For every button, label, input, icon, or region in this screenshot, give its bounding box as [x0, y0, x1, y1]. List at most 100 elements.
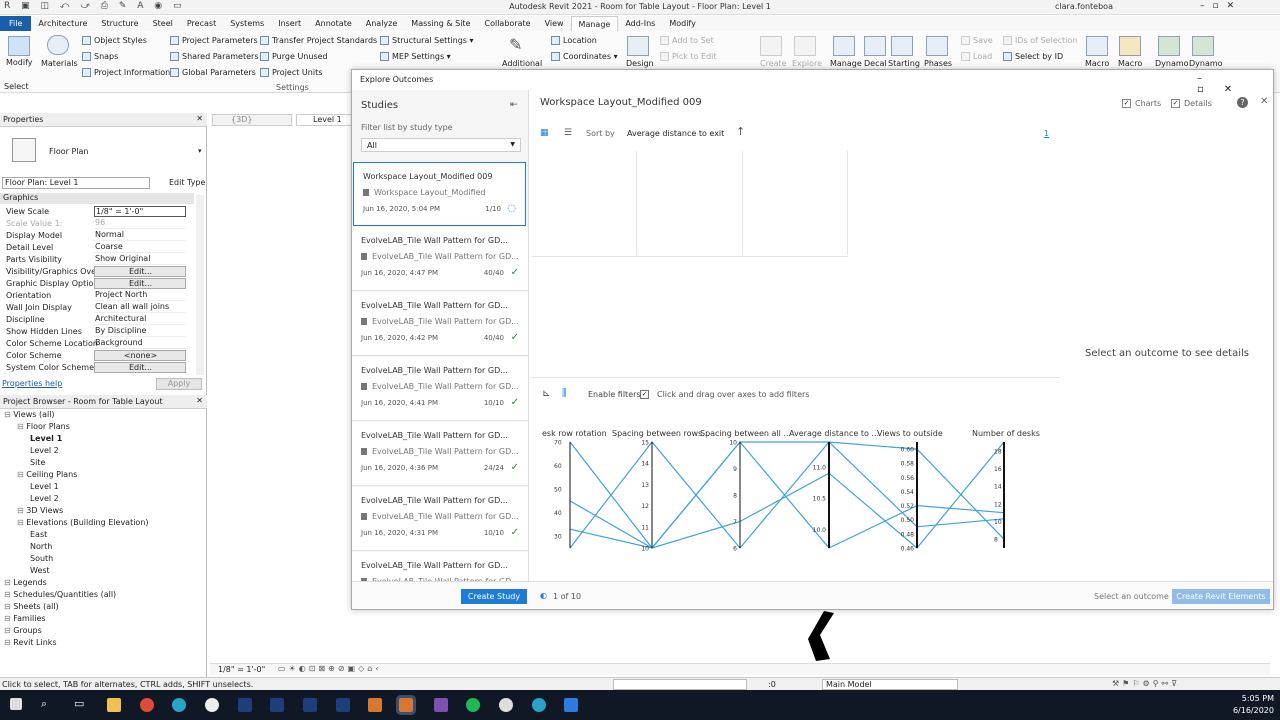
- expand-icon[interactable]: ⊟: [17, 506, 26, 515]
- instance-selector[interactable]: Floor Plan: Level 1: [2, 177, 150, 189]
- close-icon[interactable]: ✕: [196, 396, 203, 405]
- property-value[interactable]: Normal: [94, 230, 186, 241]
- tab-3d-view[interactable]: {3D}: [212, 114, 292, 126]
- property-value[interactable]: Architectural: [94, 314, 186, 325]
- search-icon[interactable]: ⌕: [41, 697, 47, 711]
- menu-manage[interactable]: Manage: [570, 16, 619, 31]
- type-selector[interactable]: Floor Plan: [49, 147, 88, 156]
- window-controls[interactable]: –▫✕: [1200, 1, 1242, 11]
- chevron-down-icon[interactable]: ▾: [198, 147, 202, 155]
- browser-item[interactable]: West: [30, 566, 50, 575]
- browser-item[interactable]: Site: [30, 458, 45, 467]
- materials-icon[interactable]: [47, 35, 69, 55]
- menu-collaborate[interactable]: Collaborate: [478, 16, 538, 31]
- property-value[interactable]: Background: [94, 338, 186, 349]
- outcome-thumbnail[interactable]: [743, 151, 848, 255]
- expand-icon[interactable]: ⊟: [4, 410, 13, 419]
- expand-icon[interactable]: ⊟: [17, 422, 26, 431]
- project-units-button[interactable]: Project Units: [260, 68, 322, 77]
- close-icon[interactable]: ✕: [1260, 96, 1268, 107]
- location-button[interactable]: Location: [551, 36, 597, 45]
- windows-start-icon[interactable]: [10, 698, 22, 710]
- browser-item[interactable]: North: [30, 542, 52, 551]
- chrome-icon[interactable]: [140, 698, 154, 712]
- property-value[interactable]: Coarse: [94, 242, 186, 253]
- menu-steel[interactable]: Steel: [146, 16, 180, 31]
- series-line[interactable]: [569, 441, 1005, 549]
- list-view-icon[interactable]: ☰: [564, 128, 572, 138]
- menu-view[interactable]: View: [538, 16, 571, 31]
- mep-settings-button[interactable]: MEP Settings ▾: [380, 52, 451, 61]
- expand-icon[interactable]: ⊟: [17, 470, 26, 479]
- project-information-button[interactable]: Project Information: [82, 68, 170, 77]
- onenote-icon[interactable]: [434, 698, 448, 712]
- select-by-id-button[interactable]: Select by ID: [1003, 52, 1063, 61]
- collapse-panel-icon[interactable]: ⇤: [510, 100, 518, 110]
- browser-item[interactable]: ⊟ Views (all): [4, 410, 55, 419]
- close-icon[interactable]: ✕: [196, 114, 203, 123]
- modify-icon[interactable]: [8, 36, 30, 56]
- study-card[interactable]: Workspace Layout_Modified 009 Workspace L…: [353, 162, 526, 226]
- project-parameters-button[interactable]: Project Parameters: [170, 36, 258, 45]
- parallel-chart-icon[interactable]: ⫼: [562, 388, 567, 399]
- expand-icon[interactable]: ⊟: [4, 626, 13, 635]
- coordinates-button[interactable]: Coordinates ▾: [551, 52, 618, 61]
- browser-item[interactable]: ⊟ Revit Links: [4, 638, 57, 647]
- help-icon[interactable]: ?: [1237, 97, 1248, 108]
- browser-item[interactable]: ⊟ Elevations (Building Elevation): [17, 518, 149, 527]
- create-study-button[interactable]: Create Study: [461, 589, 527, 604]
- expand-icon[interactable]: ⊟: [4, 638, 13, 647]
- edge-icon[interactable]: [172, 698, 186, 712]
- modify-button[interactable]: Modify: [6, 58, 33, 67]
- browser-item[interactable]: ⊟ Floor Plans: [17, 422, 70, 431]
- menu-architecture[interactable]: Architecture: [31, 16, 94, 31]
- app-icon[interactable]: [499, 698, 513, 712]
- global-parameters-button[interactable]: Global Parameters: [170, 68, 256, 77]
- workset-select[interactable]: [613, 679, 747, 690]
- property-value[interactable]: 96: [94, 218, 186, 229]
- browser-item[interactable]: ⊟ Sheets (all): [4, 602, 59, 611]
- macro-manager-button[interactable]: Macro: [1085, 59, 1109, 68]
- object-styles-button[interactable]: Object Styles: [82, 36, 147, 45]
- apply-button[interactable]: Apply: [156, 378, 202, 390]
- ids-of-selection-button[interactable]: IDs of Selection: [1003, 36, 1077, 45]
- study-card[interactable]: EvolveLAB_Tile Wall Pattern for GD... Evo…: [352, 357, 528, 421]
- explore-button[interactable]: Explore: [792, 59, 822, 68]
- transfer-standards-button[interactable]: Transfer Project Standards: [260, 36, 377, 45]
- menu-annotate[interactable]: Annotate: [308, 16, 359, 31]
- structural-settings-button[interactable]: Structural Settings ▾: [380, 36, 474, 45]
- view-control-icons[interactable]: ▭☀◐⊡⊠⊕⊘▣◇⌂‹: [278, 664, 382, 673]
- outcome-thumbnail[interactable]: [532, 151, 637, 255]
- design-button[interactable]: Design: [626, 59, 654, 68]
- series-line[interactable]: [569, 441, 1005, 549]
- browser-item[interactable]: South: [30, 554, 53, 563]
- expand-icon[interactable]: ⊟: [4, 590, 13, 599]
- pick-to-edit-button[interactable]: Pick to Edit: [660, 52, 717, 61]
- menu-add-ins[interactable]: Add-Ins: [618, 16, 662, 31]
- user-name[interactable]: clara.fonteboa: [1055, 2, 1113, 11]
- macro-security-button[interactable]: Macro: [1118, 59, 1142, 68]
- property-value[interactable]: Edit...: [94, 362, 186, 373]
- graphics-group[interactable]: Graphics: [0, 193, 194, 204]
- property-value[interactable]: Edit...: [94, 278, 186, 289]
- browser-item[interactable]: Level 1: [30, 434, 62, 443]
- app-grid-icon[interactable]: [564, 698, 578, 712]
- scatter-chart-icon[interactable]: ⊾: [542, 388, 550, 399]
- property-value[interactable]: Show Original: [94, 254, 186, 265]
- revit-active-icon[interactable]: [396, 695, 416, 715]
- selection-filter-icons[interactable]: ⚒⚑⚐⚙⚲⚯⊽: [1112, 679, 1180, 688]
- browser-item[interactable]: ⊟ Ceiling Plans: [17, 470, 77, 479]
- properties-help-link[interactable]: Properties help: [2, 379, 62, 388]
- menu-analyze[interactable]: Analyze: [359, 16, 405, 31]
- snaps-button[interactable]: Snaps: [82, 52, 118, 61]
- additional-button[interactable]: Additional: [502, 59, 542, 68]
- shared-parameters-button[interactable]: Shared Parameters: [170, 52, 259, 61]
- expand-icon[interactable]: ⊟: [4, 602, 13, 611]
- menu-modify[interactable]: Modify: [662, 16, 703, 31]
- menu-insert[interactable]: Insert: [271, 16, 308, 31]
- study-card[interactable]: EvolveLAB_Tile Wall Pattern for GD... Evo…: [352, 487, 528, 551]
- app-icon[interactable]: [368, 698, 382, 712]
- view-scale[interactable]: 1/8" = 1'-0": [218, 665, 265, 674]
- series-line[interactable]: [569, 441, 1005, 549]
- add-to-set-button[interactable]: Add to Set: [660, 36, 714, 45]
